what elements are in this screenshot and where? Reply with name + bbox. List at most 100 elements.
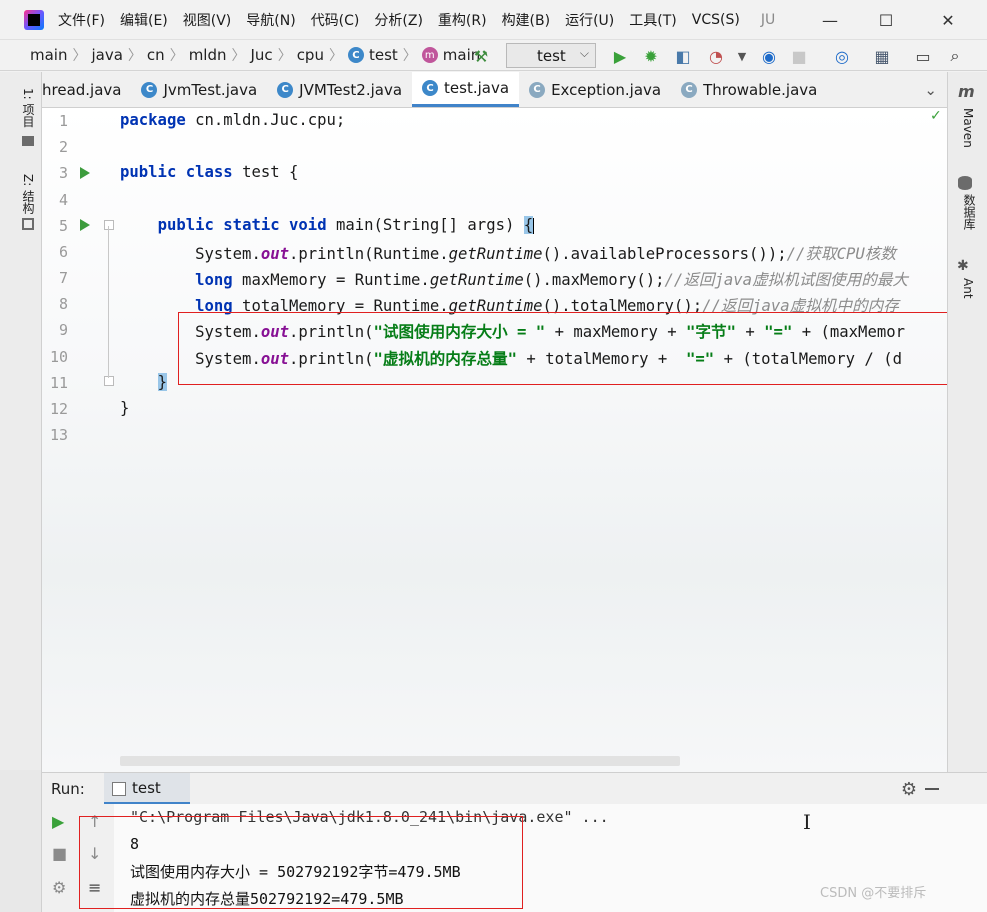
menu-bar: 文件(F) 编辑(E) 视图(V) 导航(N) 代码(C) 分析(Z) 重构(R… <box>0 0 987 40</box>
menu-tools[interactable]: 工具(T) <box>629 10 676 30</box>
fold-icon[interactable] <box>104 376 114 386</box>
settings-icon[interactable]: ⚙ <box>52 878 66 897</box>
database-icon <box>958 176 972 190</box>
menu-vcs[interactable]: VCS(S) <box>692 12 740 28</box>
tab-test-java[interactable]: Ctest.java <box>412 72 520 107</box>
ant-tool-button[interactable]: Ant <box>961 278 975 299</box>
run-icon[interactable]: ▶ <box>611 47 629 66</box>
update-icon[interactable]: ◎ <box>833 47 851 66</box>
run-tab-test[interactable]: test <box>104 773 190 805</box>
run-panel-header: Run: test ⚙ <box>42 772 987 805</box>
menu-file[interactable]: 文件(F) <box>58 10 105 30</box>
console-icon <box>112 782 126 796</box>
code-line-5: public static void main(String[] args) { <box>157 216 535 234</box>
run-class-gutter-icon[interactable] <box>80 167 90 179</box>
profile-icon[interactable]: ◔ <box>707 47 725 66</box>
run-configuration-select[interactable]: test ⌵ <box>506 43 596 68</box>
menu-refactor[interactable]: 重构(R) <box>438 10 487 30</box>
line-number: 13 <box>49 426 68 444</box>
class-icon: C <box>422 80 439 96</box>
folder-icon <box>22 136 34 146</box>
code-line-7: long maxMemory = Runtime.getRuntime().ma… <box>195 271 909 289</box>
text-cursor-icon: I <box>803 810 811 834</box>
database-tool-button[interactable]: 数据库 <box>961 194 978 230</box>
line-number: 10 <box>49 348 68 366</box>
line-number: 6 <box>58 243 68 261</box>
tab-exception-java[interactable]: C Exception.java <box>519 72 671 107</box>
left-tool-strip: 1: 项目 Z: 结构 <box>0 72 42 772</box>
menu-code[interactable]: 代码(C) <box>311 10 360 30</box>
fold-icon[interactable] <box>104 220 114 230</box>
breadcrumb-cpu[interactable]: cpu <box>297 46 324 64</box>
tab-thread-java[interactable]: hread.java <box>42 72 131 107</box>
window-title: JU <box>760 11 776 28</box>
editor-tab-bar: hread.java C JvmTest.java C JVMTest2.java … <box>42 72 947 108</box>
layout-icon[interactable]: ▭ <box>914 47 932 66</box>
breadcrumb-juc[interactable]: Juc <box>251 46 273 64</box>
menu-view[interactable]: 视图(V) <box>183 10 232 30</box>
line-number: 3 <box>58 164 68 182</box>
chevron-right-icon: 〉 <box>72 48 87 64</box>
left-edge-strip <box>0 770 42 912</box>
run-main-gutter-icon[interactable] <box>80 219 90 231</box>
class-icon: C <box>277 81 294 98</box>
chevron-down-icon[interactable]: ▼ <box>733 47 751 65</box>
right-tool-strip: m Maven 数据库 ✱ Ant <box>947 72 987 772</box>
horizontal-scrollbar[interactable] <box>120 756 680 766</box>
maximize-button[interactable]: ☐ <box>861 0 911 40</box>
tab-jvmtest-java[interactable]: C JvmTest.java <box>131 72 267 107</box>
fold-guide <box>108 226 109 378</box>
project-structure-icon[interactable]: ▦ <box>873 47 891 66</box>
breadcrumb-test[interactable]: Ctest <box>347 46 398 64</box>
maven-tool-button[interactable]: Maven <box>961 108 975 148</box>
coverage-icon[interactable]: ◧ <box>674 47 692 66</box>
tab-throwable-java[interactable]: C Throwable.java <box>671 72 827 107</box>
tab-jvmtest2-java[interactable]: C JVMTest2.java <box>267 72 412 107</box>
breadcrumb-cn[interactable]: cn <box>147 46 165 64</box>
breadcrumb-main[interactable]: main <box>30 46 67 64</box>
line-number: 7 <box>58 269 68 287</box>
class-icon: C <box>529 81 546 98</box>
menu-edit[interactable]: 编辑(E) <box>120 10 168 30</box>
code-line-1: package cn.mldn.Juc.cpu; <box>120 111 346 129</box>
menu-analyze[interactable]: 分析(Z) <box>374 10 423 30</box>
menu-run[interactable]: 运行(U) <box>565 10 614 30</box>
line-number: 4 <box>58 191 68 209</box>
chevron-right-icon: 〉 <box>127 48 142 64</box>
structure-tool-button[interactable]: Z: 结构 <box>20 174 37 214</box>
breadcrumb-java[interactable]: java <box>91 46 122 64</box>
code-line-12: } <box>120 399 130 417</box>
tab-list-chevron-icon[interactable]: ⌄ <box>914 72 947 107</box>
minimize-button[interactable]: — <box>805 0 855 40</box>
chevron-right-icon: 〉 <box>169 48 184 64</box>
build-hammer-icon[interactable]: ⚒ <box>472 47 490 66</box>
stop-icon[interactable]: ■ <box>790 47 808 66</box>
search-icon[interactable]: ⌕ <box>946 46 964 65</box>
method-icon: m <box>421 47 438 63</box>
menu-build[interactable]: 构建(B) <box>502 10 551 30</box>
structure-icon <box>22 218 34 230</box>
code-editor[interactable]: 1 2 3 4 5 6 7 8 9 10 11 12 13 ✓ package … <box>42 108 947 772</box>
breadcrumb-mldn[interactable]: mldn <box>189 46 227 64</box>
menu-navigate[interactable]: 导航(N) <box>246 10 295 30</box>
attach-debugger-icon[interactable]: ◉ <box>760 47 778 66</box>
editor-gutter: 1 2 3 4 5 6 7 8 9 10 11 12 13 <box>42 108 114 772</box>
rerun-icon[interactable]: ▶ <box>52 812 64 831</box>
debug-icon[interactable]: ✹ <box>642 47 660 66</box>
code-line-6: System.out.println(Runtime.getRuntime().… <box>195 245 896 263</box>
no-problems-check-icon[interactable]: ✓ <box>930 108 942 124</box>
gear-icon[interactable]: ⚙ <box>901 779 917 800</box>
chevron-down-icon: ⌵ <box>579 46 589 60</box>
class-icon: C <box>681 81 698 98</box>
chevron-right-icon: 〉 <box>277 48 292 64</box>
close-button[interactable]: ✕ <box>923 0 973 40</box>
run-panel-title: Run: <box>51 779 85 798</box>
line-number: 1 <box>58 112 68 130</box>
maven-icon: m <box>958 82 975 101</box>
project-tool-button[interactable]: 1: 项目 <box>20 88 37 128</box>
stop-icon[interactable]: ■ <box>52 844 67 863</box>
navigation-bar: main 〉 java 〉 cn 〉 mldn 〉 Juc 〉 cpu 〉 Ct… <box>0 40 987 71</box>
minimize-panel-icon[interactable] <box>925 788 939 790</box>
chevron-right-icon: 〉 <box>328 48 343 64</box>
line-number: 9 <box>58 321 68 339</box>
